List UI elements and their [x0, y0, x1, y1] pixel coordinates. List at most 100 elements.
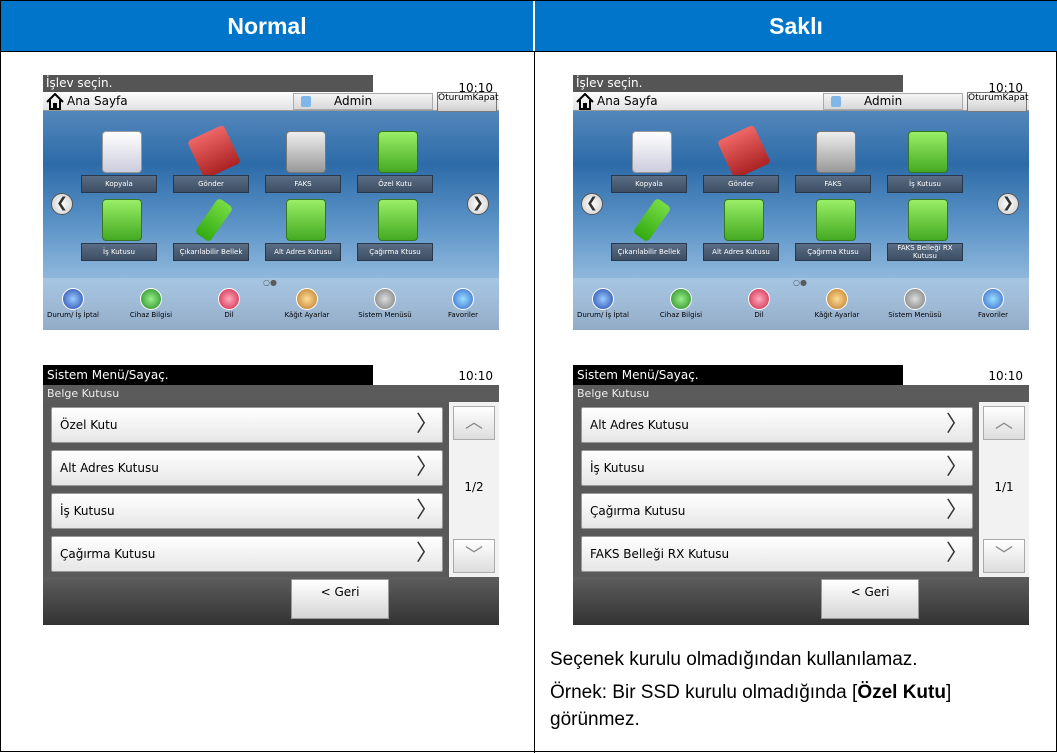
bottom-bar-label: Sistem Menüsü — [888, 311, 942, 319]
status-icon — [592, 288, 614, 310]
menu-screen-normal: Sistem Menü/Sayaç. 10:10 Belge Kutusu Öz… — [43, 365, 499, 625]
home-label[interactable]: Ana Sayfa — [597, 94, 658, 108]
bottom-bar-button[interactable]: Kâğıt Ayarlar — [271, 288, 343, 319]
bottom-bar-button[interactable]: Durum/ İş İptal — [43, 288, 109, 319]
back-button[interactable]: < Geri — [821, 579, 919, 619]
bottom-bar-button[interactable]: Durum/ İş İptal — [573, 288, 639, 319]
home-icon[interactable] — [576, 93, 594, 110]
function-tile[interactable]: box-icon İş Kutusu — [887, 131, 965, 209]
prev-page-icon[interactable]: ❮ — [51, 193, 73, 215]
copy-icon: copy-icon — [632, 131, 672, 173]
scroll-up-icon[interactable]: ︿ — [453, 406, 495, 440]
logout-button[interactable]: OturumKapat — [437, 92, 499, 112]
scrollbar: ︿ 1/2 ﹀ — [449, 402, 499, 577]
bottom-bar-label: Favoriler — [977, 311, 1009, 319]
function-tile[interactable]: copy-icon Kopyala — [611, 131, 689, 209]
favorites-icon — [452, 288, 474, 310]
system-menu-icon — [904, 288, 926, 310]
scrollbar: ︿ 1/1 ﹀ — [979, 402, 1029, 577]
menu-screen-hidden: Sistem Menü/Sayaç. 10:10 Belge Kutusu Al… — [573, 365, 1029, 625]
usb-icon: usb-icon — [194, 197, 234, 243]
function-tile[interactable]: copy-icon Kopyala — [81, 131, 159, 209]
menu-item-label: İş Kutusu — [590, 461, 645, 475]
function-tile[interactable]: box-icon Alt Adres Kutusu — [265, 199, 343, 277]
bottom-bar-button[interactable]: Kâğıt Ayarlar — [801, 288, 873, 319]
back-button[interactable]: < Geri — [291, 579, 389, 619]
user-button[interactable]: Admin — [293, 93, 433, 110]
scroll-down-icon[interactable]: ﹀ — [983, 539, 1025, 573]
menu-item[interactable]: Çağırma Kutusu 〉 — [51, 536, 443, 572]
bottom-bar-button[interactable]: Favoriler — [957, 288, 1029, 319]
prev-page-icon[interactable]: ❮ — [581, 193, 603, 215]
function-tile[interactable]: usb-iconÇıkarılabilir Bellek — [611, 197, 689, 277]
system-menu-icon — [374, 288, 396, 310]
bottom-bar-button[interactable]: Cihaz Bilgisi — [645, 288, 717, 319]
menu-item[interactable]: Çağırma Kutusu 〉 — [581, 493, 973, 529]
bottom-bar-button[interactable]: Dil — [193, 288, 265, 319]
tile-label: FAKS — [795, 175, 871, 193]
bottom-bar-label: Dil — [754, 311, 764, 319]
chevron-right-icon: 〉 — [415, 541, 438, 566]
menu-item[interactable]: Özel Kutu 〉 — [51, 407, 443, 443]
bottom-bar-button[interactable]: Cihaz Bilgisi — [115, 288, 187, 319]
chevron-right-icon: 〉 — [415, 498, 438, 523]
tile-label: FAKS Belleği RX Kutusu — [887, 243, 963, 261]
menu-item-label: Çağırma Kutusu — [590, 504, 686, 518]
home-screen-normal: İşlev seçin. 10:10 Ana Sayfa Admin Oturu… — [43, 75, 499, 330]
menu-item[interactable]: İş Kutusu 〉 — [51, 493, 443, 529]
menu-item[interactable]: İş Kutusu 〉 — [581, 450, 973, 486]
home-icon[interactable] — [46, 93, 64, 110]
user-icon — [301, 96, 311, 107]
function-tile[interactable]: usb-iconÇıkarılabilir Bellek — [173, 197, 251, 277]
tile-label: Gönder — [173, 175, 249, 193]
home-bar: Ana Sayfa Admin OturumKapat — [573, 92, 1029, 112]
menu-list: Özel Kutu 〉 Alt Adres Kutusu 〉 İş Kutusu 〉 Çağ… — [43, 402, 499, 577]
menu-item[interactable]: Alt Adres Kutusu 〉 — [581, 407, 973, 443]
box-icon: box-icon — [908, 131, 948, 173]
user-name: Admin — [334, 94, 373, 108]
clock: 10:10 — [988, 369, 1023, 383]
function-tile[interactable]: box-icon Çağırma Ktusu — [357, 199, 435, 277]
tile-label: Alt Adres Kutusu — [265, 243, 341, 261]
function-tile[interactable]: send-iconGönder — [703, 124, 781, 209]
bottom-bar: Durum/ İş İptal Cihaz Bilgisi Dil Kâğıt Aya… — [43, 278, 499, 330]
fax-icon: fax-icon — [286, 131, 326, 173]
next-page-icon[interactable]: ❯ — [467, 193, 489, 215]
chevron-right-icon: 〉 — [945, 541, 968, 566]
menu-item-label: Çağırma Kutusu — [60, 547, 156, 561]
user-button[interactable]: Admin — [823, 93, 963, 110]
menu-item-label: Alt Adres Kutusu — [590, 418, 689, 432]
scroll-down-icon[interactable]: ﹀ — [453, 539, 495, 573]
function-tile[interactable]: box-icon Özel Kutu — [357, 131, 435, 209]
note-text: Örnek: Bir SSD kurulu olmadığında [ — [550, 682, 858, 703]
divider — [1, 51, 1057, 52]
menu-item-label: İş Kutusu — [60, 504, 115, 518]
bottom-bar-button[interactable]: Favoriler — [427, 288, 499, 319]
function-tile[interactable]: fax-icon FAKS — [795, 131, 873, 209]
clock: 10:10 — [458, 369, 493, 383]
function-tile[interactable]: box-icon FAKS Belleği RX Kutusu — [887, 199, 965, 277]
bottom-bar-button[interactable]: Sistem Menüsü — [879, 288, 951, 319]
chevron-right-icon: 〉 — [415, 412, 438, 437]
function-tile[interactable]: fax-icon FAKS — [265, 131, 343, 209]
menu-title: Sistem Menü/Sayaç. — [43, 365, 373, 385]
box-icon: box-icon — [816, 199, 856, 241]
favorites-icon — [982, 288, 1004, 310]
usb-icon: usb-icon — [632, 197, 672, 243]
function-tile[interactable]: box-icon Alt Adres Kutusu — [703, 199, 781, 277]
device-info-icon — [140, 288, 162, 310]
note-highlight: Özel Kutu — [857, 682, 946, 703]
menu-item[interactable]: FAKS Belleği RX Kutusu 〉 — [581, 536, 973, 572]
scroll-up-icon[interactable]: ︿ — [983, 406, 1025, 440]
tile-label: Kopyala — [81, 175, 157, 193]
bottom-bar-button[interactable]: Dil — [723, 288, 795, 319]
bottom-bar-button[interactable]: Sistem Menüsü — [349, 288, 421, 319]
home-label[interactable]: Ana Sayfa — [67, 94, 128, 108]
function-tile[interactable]: send-iconGönder — [173, 124, 251, 209]
menu-item[interactable]: Alt Adres Kutusu 〉 — [51, 450, 443, 486]
note-line-3: görünmez. — [550, 709, 640, 730]
function-tile[interactable]: box-icon İş Kutusu — [81, 199, 159, 277]
function-tile[interactable]: box-icon Çağırma Ktusu — [795, 199, 873, 277]
next-page-icon[interactable]: ❯ — [997, 193, 1019, 215]
logout-button[interactable]: OturumKapat — [967, 92, 1029, 112]
